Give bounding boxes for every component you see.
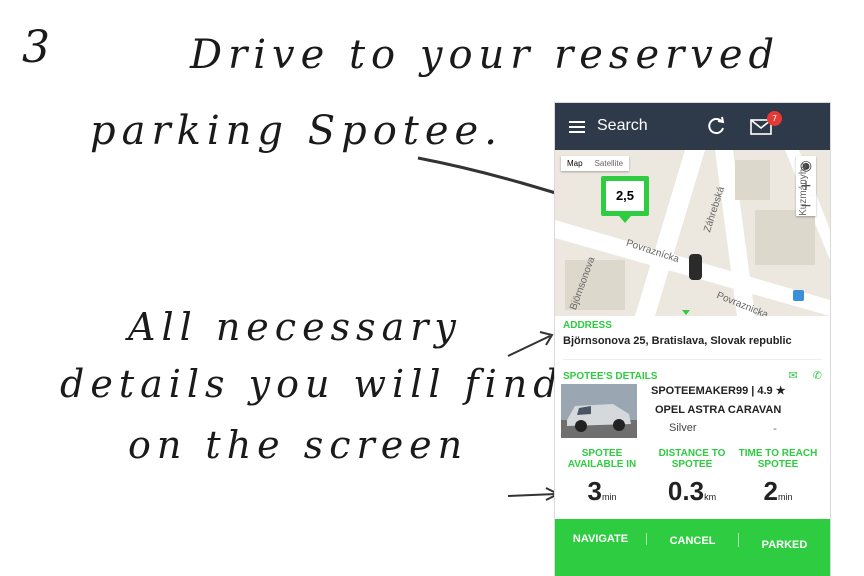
- notification-badge: 7: [767, 111, 782, 126]
- address-label: ADDRESS: [563, 320, 612, 331]
- car-marker: [689, 254, 702, 280]
- address-value: Björnsonova 25, Bratislava, Slovak repub…: [563, 335, 792, 347]
- map-roads: [555, 150, 830, 316]
- owner-name-rating: SPOTEEMAKER99 | 4.9 ★: [651, 385, 786, 397]
- stat-label: SPOTEE AVAILABLE IN: [567, 448, 637, 470]
- phone-icon[interactable]: ✆: [813, 369, 822, 382]
- details-label: SPOTEE'S DETAILS: [563, 371, 658, 382]
- message-icon[interactable]: ✉: [788, 369, 797, 382]
- tab-map[interactable]: Map: [561, 156, 589, 171]
- marker-pointer: [619, 216, 631, 223]
- navigate-button[interactable]: NAVIGATE: [555, 533, 647, 545]
- bus-stop-icon: [793, 290, 804, 301]
- stat-value: 2min: [763, 476, 793, 506]
- stat-label: DISTANCE TO SPOTEE: [658, 448, 726, 470]
- cancel-button[interactable]: CANCEL: [647, 533, 739, 547]
- stats-row: SPOTEE AVAILABLE IN 3min DISTANCE TO SPO…: [555, 448, 830, 518]
- spot-price-marker[interactable]: 2,5: [601, 176, 649, 216]
- arrow-to-stats: [507, 493, 557, 497]
- car-color: Silver: [669, 422, 697, 434]
- chevron-down-icon[interactable]: [682, 310, 690, 315]
- stat-value: 3min: [587, 476, 617, 506]
- extra-info: -: [773, 422, 777, 435]
- spot-price-label: 2,5: [606, 181, 644, 211]
- tab-satellite[interactable]: Satellite: [589, 156, 629, 171]
- car-photo: [561, 384, 637, 438]
- app-header: Search 7: [555, 103, 830, 150]
- spotee-profile: SPOTEEMAKER99 | 4.9 ★ OPEL ASTRA CARAVAN…: [555, 384, 830, 448]
- stat-time-to-reach: TIME TO REACH SPOTEE 2min: [733, 448, 823, 507]
- details-header: SPOTEE'S DETAILS ✉ ✆: [563, 359, 822, 382]
- stat-label: TIME TO REACH SPOTEE: [738, 448, 818, 470]
- parked-button[interactable]: PARKED: [739, 533, 830, 551]
- street-label: Kuzmányho: [797, 163, 809, 216]
- menu-icon[interactable]: [569, 121, 585, 133]
- stat-distance: DISTANCE TO SPOTEE 0.3km: [647, 448, 737, 507]
- car-model: OPEL ASTRA CARAVAN: [655, 404, 782, 416]
- map-type-toggle[interactable]: Map Satellite: [561, 156, 630, 171]
- action-bar: NAVIGATE CANCEL PARKED: [555, 519, 830, 576]
- arrow-to-address: [507, 335, 551, 357]
- address-section: ADDRESS Björnsonova 25, Bratislava, Slov…: [555, 316, 830, 347]
- refresh-icon[interactable]: [705, 115, 727, 137]
- header-title: Search: [597, 117, 648, 134]
- phone-screen: Search 7 Map Satellite ◉ + − 2,5 Povrazn…: [555, 103, 830, 576]
- stat-value: 0.3km: [667, 476, 717, 506]
- map-view[interactable]: Map Satellite ◉ + − 2,5 Povraznícka Záhr…: [555, 150, 830, 316]
- stat-available: SPOTEE AVAILABLE IN 3min: [557, 448, 647, 507]
